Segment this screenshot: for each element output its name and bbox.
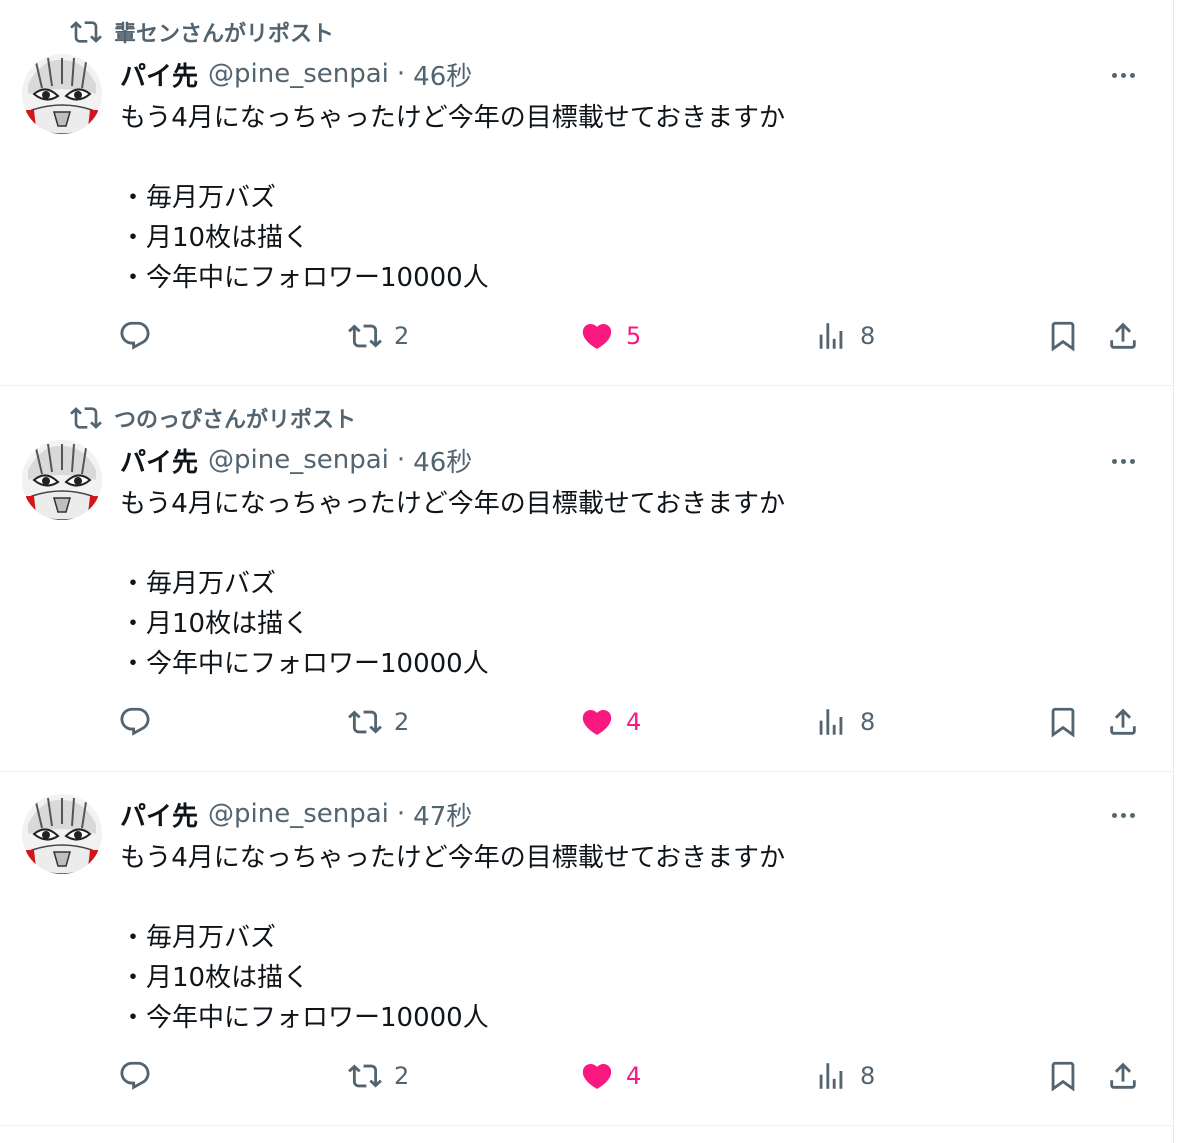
tweet-text-line: ・毎月万バズ xyxy=(120,183,277,213)
retweet-button[interactable]: 2 xyxy=(348,306,409,366)
repost-label[interactable]: 輩センさんがリポスト xyxy=(114,16,334,48)
tweet-text-line: ・今年中にフォロワー10000人 xyxy=(120,263,489,293)
timestamp[interactable]: 47秒 xyxy=(413,796,472,833)
reply-icon xyxy=(120,707,150,736)
tweet-text-line: ・月10枚は描く xyxy=(120,963,310,993)
share-button[interactable] xyxy=(1106,1046,1140,1106)
views-count: 8 xyxy=(860,708,876,736)
tweet-text-line: ・今年中にフォロワー10000人 xyxy=(120,649,489,679)
display-name[interactable]: パイ先 xyxy=(120,796,198,833)
retweet-count: 2 xyxy=(394,322,410,350)
tweet-text: もう4月になっちゃったけど今年の目標載せておきますか ・毎月万バズ ・月10枚は… xyxy=(120,484,1120,684)
more-button[interactable] xyxy=(1106,800,1140,830)
heart-filled-icon xyxy=(582,1063,612,1089)
bookmark-icon xyxy=(1051,1061,1075,1092)
heart-filled-icon xyxy=(582,323,612,349)
reply-button[interactable] xyxy=(118,306,152,366)
tweet-text-line xyxy=(120,524,1120,564)
repost-indicator[interactable]: 輩センさんがリポスト xyxy=(70,17,334,47)
heart-filled-icon xyxy=(582,709,612,735)
reply-icon xyxy=(120,321,150,350)
more-button[interactable] xyxy=(1106,446,1140,476)
repost-indicator[interactable]: つのっぴさんがリポスト xyxy=(70,403,356,433)
repost-label[interactable]: つのっぴさんがリポスト xyxy=(114,402,356,434)
bookmark-button[interactable] xyxy=(1046,306,1080,366)
views-count: 8 xyxy=(860,1062,876,1090)
tweet-text-line: ・毎月万バズ xyxy=(120,569,277,599)
retweet-icon xyxy=(348,710,382,734)
tweet-text-line: ・月10枚は描く xyxy=(120,223,310,253)
action-bar: 2 5 8 xyxy=(0,306,1173,366)
share-icon xyxy=(1110,708,1136,735)
analytics-icon xyxy=(819,709,843,735)
tweet-text-line xyxy=(120,138,1120,178)
display-name[interactable]: パイ先 xyxy=(120,56,198,93)
user-handle[interactable]: @pine_senpai xyxy=(208,445,389,475)
retweet-icon xyxy=(348,1064,382,1088)
bookmark-icon xyxy=(1051,707,1075,738)
repost-icon xyxy=(70,407,102,429)
tweet-header: パイ先 @pine_senpai · 47秒 xyxy=(120,796,472,832)
tweet-text-line: もう4月になっちゃったけど今年の目標載せておきますか xyxy=(120,843,785,873)
tweet-text: もう4月になっちゃったけど今年の目標載せておきますか ・毎月万バズ ・月10枚は… xyxy=(120,98,1120,298)
tweet-text-line: ・月10枚は描く xyxy=(120,609,310,639)
user-handle[interactable]: @pine_senpai xyxy=(208,799,389,829)
tweet[interactable]: つのっぴさんがリポスト パイ先 @pine_senpai · 46秒 もう4月に… xyxy=(0,386,1173,772)
analytics-icon xyxy=(819,1063,843,1089)
repost-icon xyxy=(70,21,102,43)
views-button[interactable]: 8 xyxy=(814,1046,875,1106)
retweet-icon xyxy=(348,324,382,348)
more-horizontal-icon xyxy=(1111,458,1117,464)
like-count: 4 xyxy=(626,708,642,736)
views-count: 8 xyxy=(860,322,876,350)
bookmark-button[interactable] xyxy=(1046,1046,1080,1106)
separator-dot: · xyxy=(396,799,406,829)
separator-dot: · xyxy=(396,445,406,475)
retweet-count: 2 xyxy=(394,1062,410,1090)
tweet-text-line xyxy=(120,878,1120,918)
tweet[interactable]: 輩センさんがリポスト パイ先 @pine_senpai · 46秒 もう4月にな… xyxy=(0,0,1173,386)
tweet-header: パイ先 @pine_senpai · 46秒 xyxy=(120,56,472,92)
divider xyxy=(0,1125,1173,1126)
share-button[interactable] xyxy=(1106,306,1140,366)
tweet-header: パイ先 @pine_senpai · 46秒 xyxy=(120,442,472,478)
more-button[interactable] xyxy=(1106,60,1140,90)
timestamp[interactable]: 46秒 xyxy=(413,56,472,93)
tweet-text-line: もう4月になっちゃったけど今年の目標載せておきますか xyxy=(120,489,785,519)
user-handle[interactable]: @pine_senpai xyxy=(208,59,389,89)
like-button[interactable]: 5 xyxy=(580,306,641,366)
retweet-button[interactable]: 2 xyxy=(348,1046,409,1106)
avatar[interactable] xyxy=(22,54,102,134)
share-icon xyxy=(1110,322,1136,349)
separator-dot: · xyxy=(396,59,406,89)
avatar[interactable] xyxy=(22,440,102,520)
views-button[interactable]: 8 xyxy=(814,306,875,366)
display-name[interactable]: パイ先 xyxy=(120,442,198,479)
analytics-icon xyxy=(819,323,843,349)
tweet-text-line: ・毎月万バズ xyxy=(120,923,277,953)
scroll-rail xyxy=(1173,0,1174,1143)
tweet[interactable]: パイ先 @pine_senpai · 47秒 もう4月になっちゃったけど今年の目… xyxy=(0,740,1173,1126)
like-button[interactable]: 4 xyxy=(580,1046,641,1106)
like-count: 5 xyxy=(626,322,642,350)
tweet-text-line: ・今年中にフォロワー10000人 xyxy=(120,1003,489,1033)
reply-button[interactable] xyxy=(118,1046,152,1106)
like-count: 4 xyxy=(626,1062,642,1090)
share-icon xyxy=(1110,1062,1136,1089)
bookmark-icon xyxy=(1051,321,1075,352)
more-horizontal-icon xyxy=(1111,72,1117,78)
reply-icon xyxy=(120,1061,150,1090)
avatar[interactable] xyxy=(22,794,102,874)
action-bar: 2 4 8 xyxy=(0,1046,1173,1106)
retweet-count: 2 xyxy=(394,708,410,736)
timestamp[interactable]: 46秒 xyxy=(413,442,472,479)
tweet-text: もう4月になっちゃったけど今年の目標載せておきますか ・毎月万バズ ・月10枚は… xyxy=(120,838,1120,1038)
more-horizontal-icon xyxy=(1111,812,1117,818)
tweet-text-line: もう4月になっちゃったけど今年の目標載せておきますか xyxy=(120,103,785,133)
